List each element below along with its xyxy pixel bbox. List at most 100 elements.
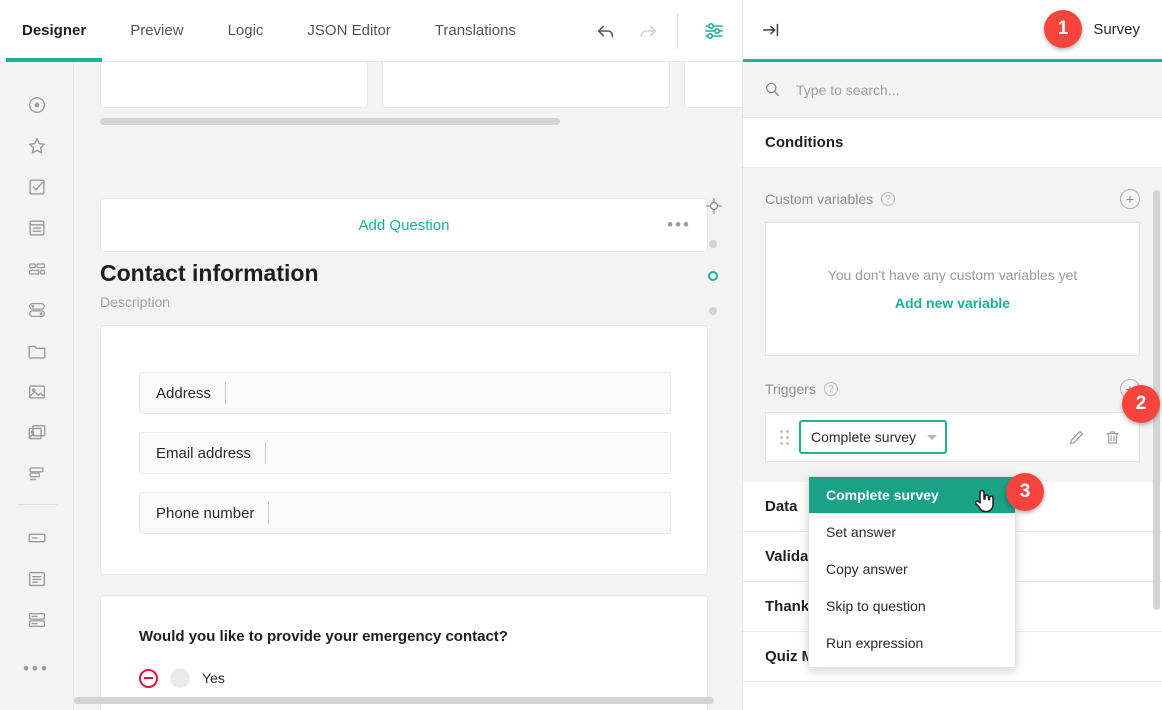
rail-item-rating[interactable] [14,125,60,166]
text-caret [265,442,266,464]
dropdown-option-label: Complete survey [826,487,939,503]
question-card[interactable] [684,62,742,108]
help-circle-icon[interactable]: ? [824,382,838,396]
rail-item-checkbox[interactable] [14,166,60,207]
badge-number: 1 [1058,18,1069,40]
triggers-label-wrap: Triggers ? [765,381,838,397]
settings-sliders-icon [702,19,726,43]
rail-item-ranking-bars[interactable] [14,453,60,494]
canvas-horizontal-scrollbar[interactable] [74,697,714,704]
empty-state-text: You don't have any custom variables yet [828,267,1078,283]
add-custom-variable-button[interactable]: + [1120,189,1140,209]
trigger-type-select[interactable]: Complete survey [799,420,947,454]
remove-circle-icon[interactable] [139,669,158,688]
dropdown-option-label: Set answer [826,524,896,540]
question-card-strip [100,62,742,108]
choice-row-yes[interactable]: Yes [139,668,225,688]
target-crosshair-button[interactable] [704,196,724,221]
tab-preview[interactable]: Preview [108,0,205,62]
badge-number: 2 [1136,393,1147,415]
field-row-email[interactable]: Email address [139,432,671,474]
single-input-icon [26,527,48,549]
property-panel-title: Survey [1093,21,1140,38]
rail-item-radiogroup[interactable] [14,84,60,125]
add-question-button[interactable]: Add Question ••• [100,198,708,252]
toolbox-rail: ••• [0,62,74,710]
custom-variables-label: Custom variables [765,191,873,207]
search-icon [763,80,782,99]
drag-handle-icon[interactable] [780,430,789,445]
image-picker-icon [26,422,48,444]
triggers-header: Triggers ? + [765,376,1140,402]
field-row-address[interactable]: Address [139,372,671,414]
tab-json-editor-label: JSON Editor [285,22,412,39]
dropdown-list-icon [26,217,48,239]
field-row-phone[interactable]: Phone number [139,492,671,534]
tab-json-editor[interactable]: JSON Editor [285,0,412,62]
dropdown-option-copy-answer[interactable]: Copy answer [809,550,1015,587]
dropdown-option-label: Copy answer [826,561,908,577]
search-input[interactable] [796,82,1096,98]
rail-item-image-picker[interactable] [14,412,60,453]
add-question-menu-button[interactable]: ••• [667,215,691,235]
tab-logic-label: Logic [206,22,286,39]
rail-item-single-input[interactable] [14,517,60,558]
question-card[interactable] [382,62,670,108]
chevron-down-icon [927,435,937,440]
radio-button[interactable] [170,668,190,688]
rail-item-ranking[interactable] [14,248,60,289]
page-nav-dot[interactable] [709,307,717,315]
property-search-bar[interactable] [743,62,1162,118]
plus-circle-icon: + [1126,192,1134,206]
page-nav-dot-active[interactable] [708,271,718,281]
settings-button[interactable] [686,0,742,62]
edit-trigger-button[interactable] [1063,428,1089,447]
question-card[interactable] [100,62,368,108]
tab-designer-label: Designer [0,22,108,39]
trash-delete-icon [1103,428,1122,447]
more-dots-icon: ••• [23,659,50,679]
step-badge-2: 2 [1122,385,1160,423]
rail-item-file[interactable] [14,330,60,371]
tab-logic[interactable]: Logic [206,0,286,62]
collapse-panel-icon [759,19,783,41]
rail-item-comment[interactable] [14,558,60,599]
choice-label: Yes [202,670,225,686]
help-circle-icon[interactable]: ? [881,192,895,206]
collapse-panel-button[interactable] [743,0,799,61]
top-toolbar: Designer Preview Logic JSON Editor Trans… [0,0,742,62]
undo-button[interactable] [585,0,627,62]
trigger-row: Complete survey [765,412,1140,462]
step-badge-3: 3 [1006,473,1044,511]
rail-item-multiple-text[interactable] [14,599,60,640]
dropdown-option-skip-to-question[interactable]: Skip to question [809,587,1015,624]
tab-designer[interactable]: Designer [0,0,108,62]
hand-pointer-icon [971,486,997,516]
custom-variables-label-wrap: Custom variables ? [765,191,895,207]
rating-star-icon [26,135,48,157]
radiogroup-icon [26,94,48,116]
image-icon [26,381,48,403]
custom-variables-empty-state: You don't have any custom variables yet … [765,222,1140,356]
redo-icon [637,20,659,42]
rail-item-image[interactable] [14,371,60,412]
text-caret [225,382,226,404]
add-new-variable-link[interactable]: Add new variable [895,295,1010,311]
rail-item-boolean[interactable] [14,289,60,330]
boolean-question-card[interactable]: Would you like to provide your emergency… [100,595,708,710]
delete-trigger-button[interactable] [1099,428,1125,447]
rail-item-more[interactable]: ••• [14,648,60,689]
redo-button[interactable] [627,0,669,62]
strip-horizontal-scrollbar[interactable] [100,118,560,125]
rail-item-dropdown[interactable] [14,207,60,248]
more-dots-icon: ••• [667,215,691,234]
multiple-text-question-card[interactable]: Address Email address Phone number [100,325,708,575]
dropdown-option-run-expression[interactable]: Run expression [809,624,1015,661]
accordion-header-conditions[interactable]: Conditions [743,118,1162,168]
page-title: Contact information [100,260,319,287]
tab-translations[interactable]: Translations [413,0,538,62]
page-nav-dot[interactable] [709,240,717,248]
boolean-toggle-icon [26,299,48,321]
multiple-text-icon [26,609,48,631]
checkbox-icon [26,176,48,198]
